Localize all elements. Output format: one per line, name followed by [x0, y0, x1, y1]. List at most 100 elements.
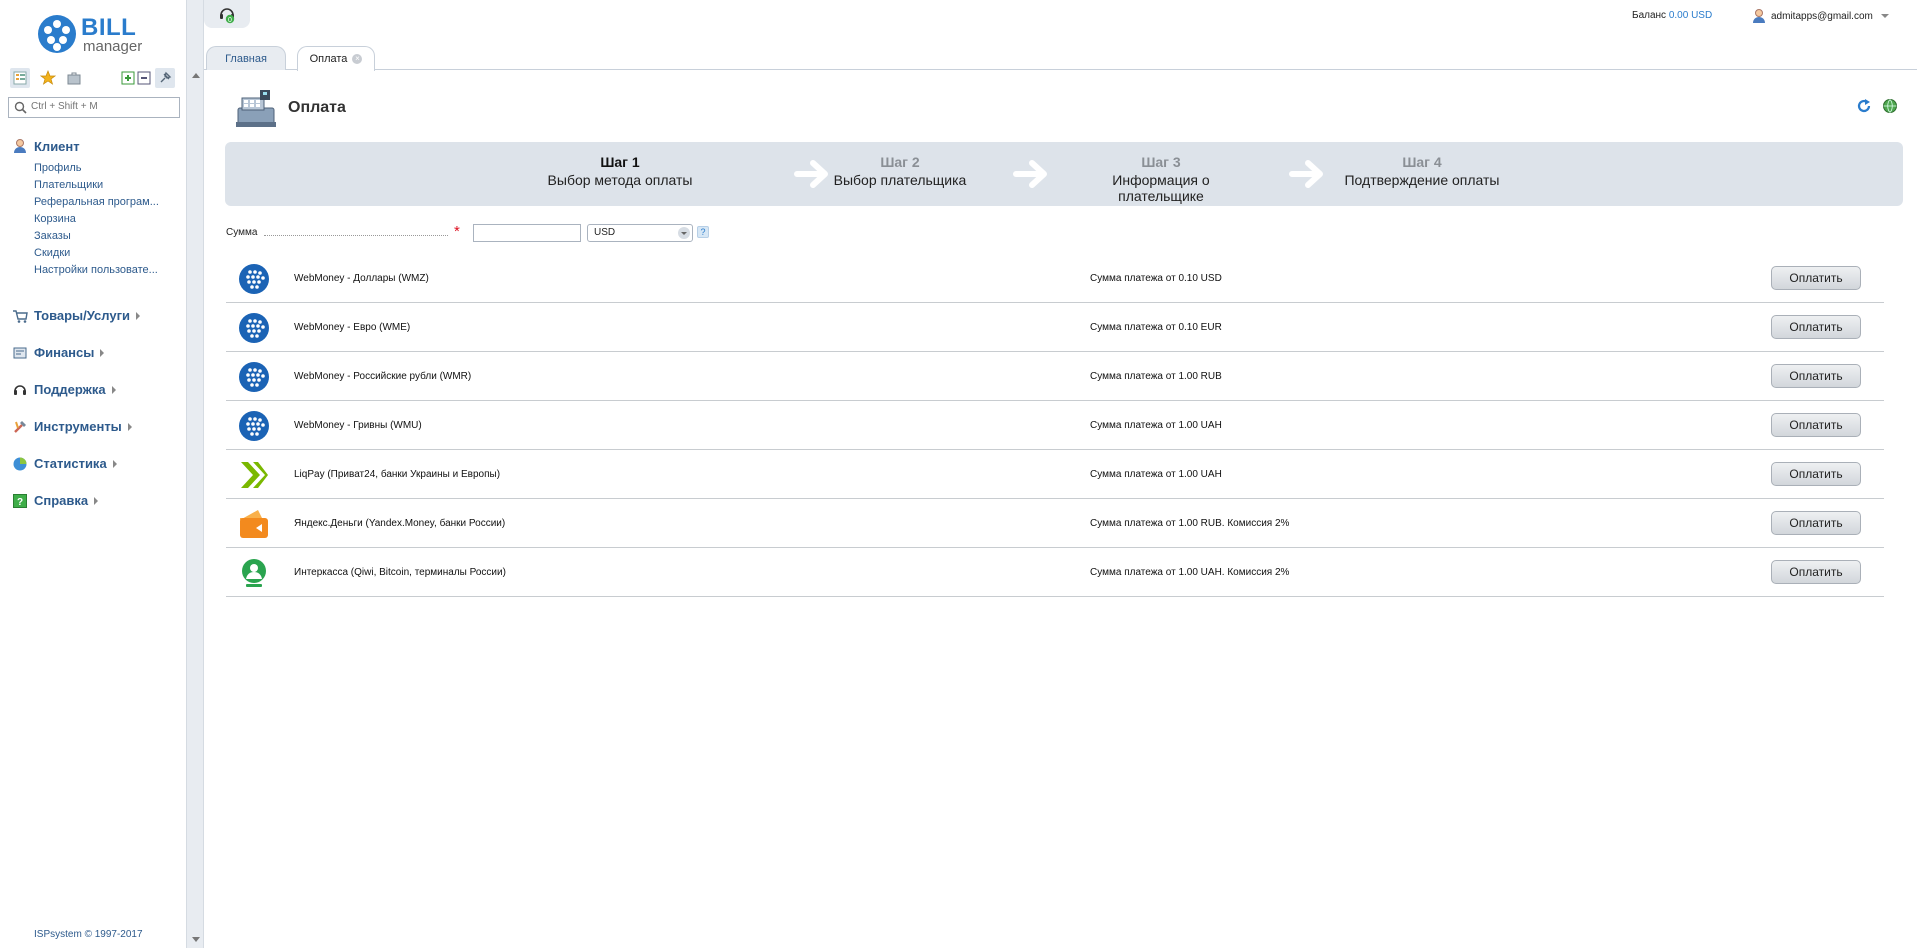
step-2: Шаг 2 Выбор плательщика: [805, 154, 995, 188]
arrow-right-icon: [1289, 160, 1323, 188]
nav-group-client: Клиент Профиль Плательщики Реферальная п…: [12, 136, 184, 279]
sidebar-item-profile[interactable]: Профиль: [34, 160, 174, 177]
method-info: Сумма платежа от 0.10 EUR: [1090, 322, 1222, 333]
tab-home[interactable]: Главная: [206, 46, 286, 70]
sum-input[interactable]: [473, 224, 581, 242]
sidebar-search[interactable]: [8, 97, 180, 118]
method-info: Сумма платежа от 1.00 RUB: [1090, 371, 1222, 382]
list-item: Интеркасса (Qiwi, Bitcoin, терминалы Рос…: [226, 548, 1884, 597]
scroll-up-icon[interactable]: [192, 73, 200, 78]
search-input[interactable]: [31, 101, 176, 112]
stats-icon: [12, 456, 28, 472]
pay-button[interactable]: Оплатить: [1771, 364, 1861, 388]
headset-icon: [12, 382, 28, 398]
currency-select[interactable]: USD: [587, 224, 693, 242]
tab-payment[interactable]: Оплата ×: [297, 46, 375, 71]
sidebar-item-payers[interactable]: Плательщики: [34, 177, 174, 194]
close-tab-icon[interactable]: ×: [352, 54, 363, 64]
chevron-right-icon: [111, 385, 116, 394]
nav-group-stats: Статистика: [12, 445, 184, 482]
label-leader: [264, 235, 448, 236]
webmoney-icon: [239, 362, 269, 392]
balance-value: 0.00 USD: [1668, 10, 1713, 21]
support-button[interactable]: 0: [204, 0, 250, 28]
nav-group-label: Статистика: [34, 456, 107, 471]
nav-group-help: ? Справка: [12, 482, 184, 519]
pay-button[interactable]: Оплатить: [1771, 315, 1861, 339]
sidebar-splitter[interactable]: [186, 0, 204, 948]
nav-group-products-header[interactable]: Товары/Услуги: [12, 306, 140, 326]
billmanager-logo[interactable]: BILL manager: [38, 13, 158, 55]
list-item: WebMoney - Евро (WME) Сумма платежа от 0…: [226, 303, 1884, 352]
sidebar-item-orders[interactable]: Заказы: [34, 228, 174, 245]
method-info: Сумма платежа от 1.00 UAH: [1090, 469, 1222, 480]
step-label: Выбор плательщика: [833, 172, 967, 188]
sum-field-row: Сумма * USD ?: [226, 223, 826, 243]
topbar: 0 Баланс 0.00 USD admitapps@gmail.com Гл…: [204, 0, 1917, 71]
liqpay-icon: [241, 462, 268, 488]
refresh-icon[interactable]: [1856, 98, 1872, 114]
step-number: Шаг 3: [1141, 154, 1181, 170]
nav-group-tools-header[interactable]: Инструменты: [12, 417, 132, 437]
list-item: WebMoney - Гривны (WMU) Сумма платежа от…: [226, 401, 1884, 450]
help-hint-icon[interactable]: ?: [697, 226, 709, 238]
cart-icon: [12, 308, 28, 324]
sidebar-toolbar: [10, 68, 180, 88]
menu-tree-icon[interactable]: [10, 68, 30, 88]
interkassa-icon: [242, 559, 266, 587]
logo-ball-icon: [38, 15, 76, 53]
user-menu[interactable]: admitapps@gmail.com: [1751, 8, 1889, 24]
payment-steps: Шаг 1 Выбор метода оплаты Шаг 2 Выбор пл…: [225, 142, 1903, 206]
payment-methods-list: WebMoney - Доллары (WMZ) Сумма платежа о…: [226, 254, 1884, 597]
pay-button[interactable]: Оплатить: [1771, 511, 1861, 535]
headset-icon: 0: [220, 8, 235, 24]
chevron-down-icon: [1880, 14, 1889, 18]
nav-group-label: Финансы: [34, 345, 95, 360]
user-email: admitapps@gmail.com: [1771, 10, 1873, 22]
nav-group-support-header[interactable]: Поддержка: [12, 380, 116, 400]
sidebar-item-referral[interactable]: Реферальная програм...: [34, 194, 174, 211]
page-header: Оплата: [234, 84, 346, 132]
user-avatar-icon: [1753, 9, 1765, 23]
client-icon: [12, 138, 28, 154]
pay-button[interactable]: Оплатить: [1771, 462, 1861, 486]
pin-icon[interactable]: [155, 68, 175, 88]
pay-button[interactable]: Оплатить: [1771, 266, 1861, 290]
chevron-down-icon: [678, 227, 690, 239]
balance[interactable]: Баланс 0.00 USD: [1632, 10, 1712, 21]
step-4: Шаг 4 Подтверждение оплаты: [1332, 154, 1512, 188]
list-item: WebMoney - Российские рубли (WMR) Сумма …: [226, 352, 1884, 401]
method-name: WebMoney - Доллары (WMZ): [294, 273, 429, 284]
method-name: WebMoney - Гривны (WMU): [294, 420, 422, 431]
sidebar-item-discounts[interactable]: Скидки: [34, 245, 174, 262]
favorites-star-icon[interactable]: [38, 68, 58, 88]
finance-icon: [12, 345, 28, 361]
globe-icon[interactable]: [1882, 98, 1898, 114]
collapse-all-icon[interactable]: [134, 68, 154, 88]
copyright[interactable]: ISPsystem © 1997-2017: [34, 929, 143, 940]
page-actions: [1856, 98, 1898, 114]
nav-group-stats-header[interactable]: Статистика: [12, 454, 117, 474]
help-icon: ?: [12, 493, 28, 509]
nav-group-help-header[interactable]: ? Справка: [12, 491, 99, 511]
chevron-right-icon: [94, 496, 99, 505]
method-info: Сумма платежа от 1.00 RUB. Комиссия 2%: [1090, 518, 1290, 529]
pay-button[interactable]: Оплатить: [1771, 413, 1861, 437]
svg-text:?: ?: [17, 497, 23, 508]
nav-group-client-items: Профиль Плательщики Реферальная програм.…: [12, 160, 184, 279]
sidebar-item-user-settings[interactable]: Настройки пользовате...: [34, 262, 174, 279]
nav-group-label: Справка: [34, 493, 89, 508]
tools-icon: [12, 419, 28, 435]
arrow-right-icon: [1013, 160, 1047, 188]
pay-button[interactable]: Оплатить: [1771, 560, 1861, 584]
balance-label: Баланс: [1632, 10, 1667, 21]
sidebar-item-cart[interactable]: Корзина: [34, 211, 174, 228]
scroll-down-icon[interactable]: [192, 937, 200, 942]
step-1: Шаг 1 Выбор метода оплаты: [525, 154, 715, 188]
method-name: Интеркасса (Qiwi, Bitcoin, терминалы Рос…: [294, 567, 506, 578]
chevron-right-icon: [100, 348, 105, 357]
nav-group-client-header[interactable]: Клиент: [12, 136, 184, 156]
method-info: Сумма платежа от 1.00 UAH. Комиссия 2%: [1090, 567, 1290, 578]
briefcase-icon[interactable]: [64, 68, 84, 88]
nav-group-finance-header[interactable]: Финансы: [12, 343, 105, 363]
